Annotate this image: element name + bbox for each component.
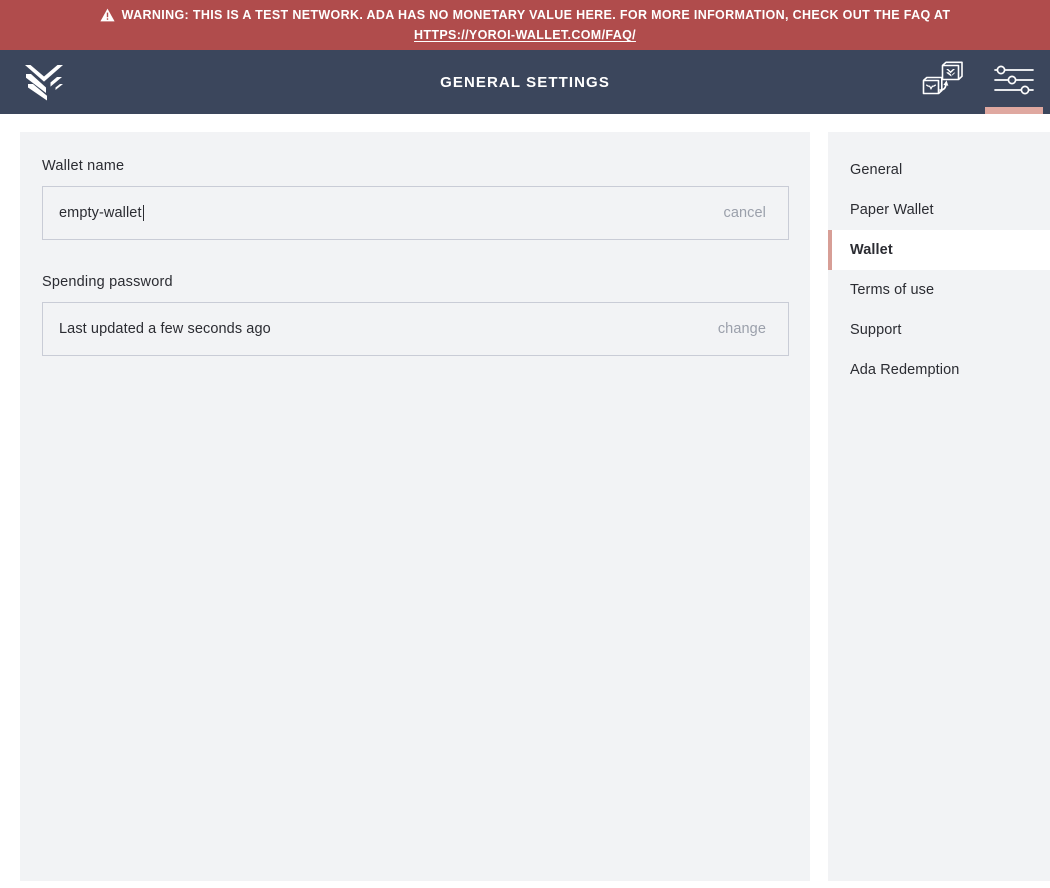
menu-item-terms-of-use[interactable]: Terms of use bbox=[828, 270, 1050, 310]
wallet-name-field[interactable]: empty-wallet cancel bbox=[42, 186, 789, 240]
menu-item-label: General bbox=[850, 162, 903, 178]
warning-triangle-icon bbox=[100, 8, 115, 22]
active-tab-indicator bbox=[985, 107, 1043, 114]
menu-item-wallet[interactable]: Wallet bbox=[828, 230, 1050, 270]
menu-item-label: Ada Redemption bbox=[850, 362, 960, 378]
spending-password-change-link[interactable]: change bbox=[718, 321, 766, 337]
wallet-settings-panel: Wallet name empty-wallet cancel Spending… bbox=[20, 132, 810, 881]
menu-item-label: Support bbox=[850, 322, 902, 338]
text-cursor bbox=[142, 205, 144, 221]
spending-password-status: Last updated a few seconds ago bbox=[59, 321, 271, 337]
menu-item-label: Terms of use bbox=[850, 282, 935, 298]
menu-item-support[interactable]: Support bbox=[828, 310, 1050, 350]
settings-button[interactable] bbox=[978, 50, 1050, 114]
menu-item-ada-redemption[interactable]: Ada Redemption bbox=[828, 350, 1050, 390]
spending-password-label: Spending password bbox=[42, 274, 173, 290]
wallet-switch-icon bbox=[918, 58, 966, 107]
top-navigation-bar: GENERAL SETTINGS bbox=[0, 50, 1050, 114]
wallet-name-cancel-link[interactable]: cancel bbox=[723, 205, 766, 221]
menu-item-paper-wallet[interactable]: Paper Wallet bbox=[828, 190, 1050, 230]
wallet-name-input[interactable]: empty-wallet bbox=[59, 205, 142, 221]
topbar-actions bbox=[906, 50, 1050, 114]
warning-faq-link[interactable]: HTTPS://YOROI-WALLET.COM/FAQ/ bbox=[414, 25, 636, 45]
wallet-name-label: Wallet name bbox=[42, 158, 125, 174]
page-title: GENERAL SETTINGS bbox=[440, 73, 610, 91]
spending-password-field[interactable]: Last updated a few seconds ago change bbox=[42, 302, 789, 356]
settings-sliders-icon bbox=[992, 64, 1036, 101]
test-network-warning-banner: WARNING: THIS IS A TEST NETWORK. ADA HAS… bbox=[0, 0, 1050, 50]
settings-page-body: Wallet name empty-wallet cancel Spending… bbox=[0, 114, 1050, 888]
menu-item-label: Paper Wallet bbox=[850, 202, 934, 218]
warning-message: WARNING: THIS IS A TEST NETWORK. ADA HAS… bbox=[121, 8, 951, 22]
menu-item-label: Wallet bbox=[850, 242, 893, 258]
warning-text-line: WARNING: THIS IS A TEST NETWORK. ADA HAS… bbox=[100, 5, 951, 25]
menu-item-general[interactable]: General bbox=[828, 150, 1050, 190]
wallet-switch-button[interactable] bbox=[906, 50, 978, 114]
settings-menu: General Paper Wallet Wallet Terms of use… bbox=[828, 132, 1050, 881]
